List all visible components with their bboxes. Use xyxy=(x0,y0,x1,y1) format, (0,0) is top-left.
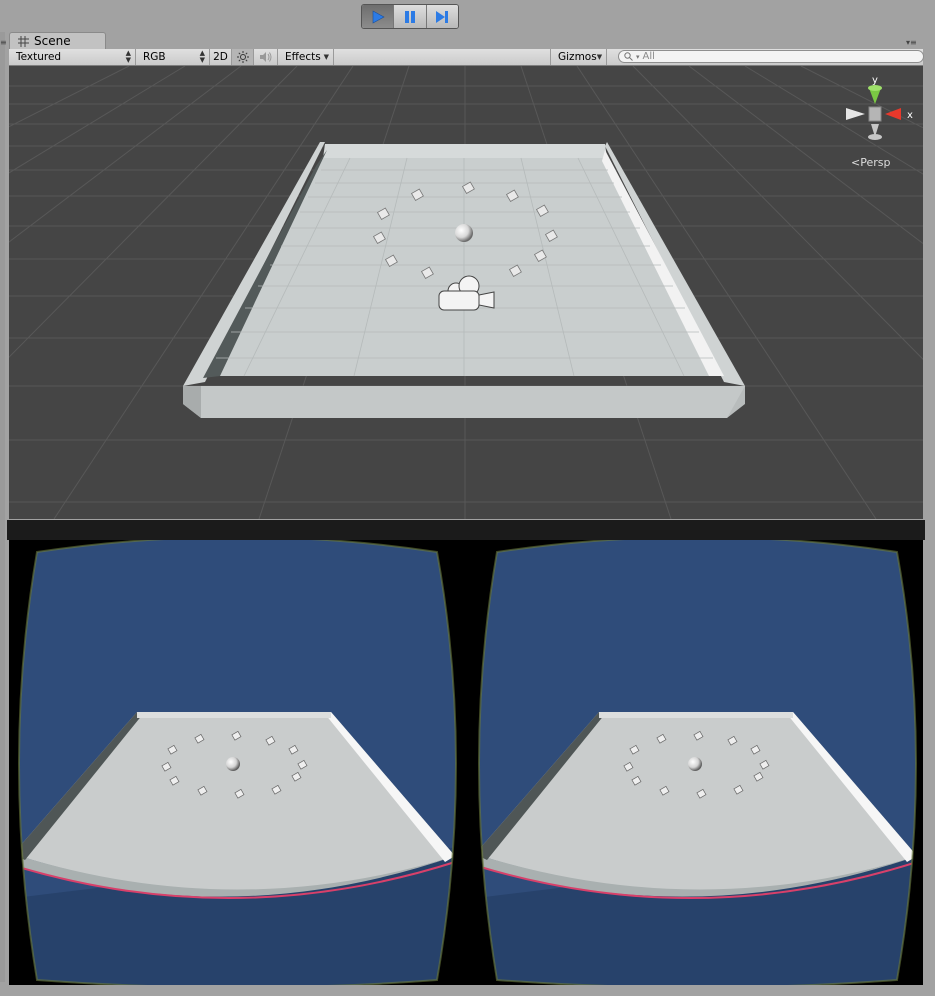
game-viewport-stereo xyxy=(9,540,923,985)
play-icon xyxy=(372,9,385,24)
right-eye-view xyxy=(479,540,916,985)
color-mode-dropdown[interactable]: RGB ▲ ▼ xyxy=(136,49,210,65)
step-button[interactable] xyxy=(426,5,458,28)
chevron-down-icon: ▼ xyxy=(596,52,603,61)
left-eye-view xyxy=(19,540,456,985)
player-ball[interactable] xyxy=(455,224,473,242)
gizmos-dropdown[interactable]: Gizmos ▼ xyxy=(550,49,607,65)
play-button[interactable] xyxy=(362,5,395,28)
play-controls xyxy=(361,4,459,29)
scene-render xyxy=(9,66,923,519)
lighting-toggle[interactable] xyxy=(232,49,254,65)
search-icon xyxy=(624,52,633,61)
tab-scene-label: Scene xyxy=(34,34,71,48)
gizmos-label: Gizmos xyxy=(558,51,597,63)
y-axis-label: y xyxy=(872,75,878,86)
dropdown-arrows-icon: ▲ ▼ xyxy=(125,49,131,64)
chevron-down-icon: ▼ xyxy=(323,52,329,61)
search-dropdown-icon: ▾ xyxy=(636,52,640,61)
x-axis-label: x xyxy=(907,110,913,121)
projection-label: Persp xyxy=(860,156,891,169)
toggle-2d-label: 2D xyxy=(213,51,228,63)
sun-icon xyxy=(236,51,249,63)
scene-toolbar: Textured ▲ ▼ RGB ▲ ▼ 2D Effects ▼ Gizmos ▼… xyxy=(9,49,924,66)
scene-grid-icon xyxy=(18,35,29,47)
orientation-gizmo[interactable]: y x xyxy=(843,74,919,146)
color-mode-value: RGB xyxy=(143,51,166,63)
render-mode-value: Textured xyxy=(16,51,62,63)
toggle-2d-button[interactable]: 2D xyxy=(210,49,232,65)
render-mode-dropdown[interactable]: Textured ▲ ▼ xyxy=(9,49,136,65)
neg-y-axis-cone-icon[interactable] xyxy=(868,134,882,140)
neg-x-axis-cone-icon[interactable] xyxy=(846,108,865,120)
dropdown-arrows-icon: ▲ ▼ xyxy=(199,49,205,64)
pause-button[interactable] xyxy=(394,5,427,28)
audio-toggle[interactable] xyxy=(254,49,278,65)
search-placeholder: All xyxy=(642,51,655,62)
scene-viewport[interactable]: y x xyxy=(9,66,923,519)
back-arrow-icon: < xyxy=(851,156,861,169)
left-panel-edge xyxy=(0,32,5,982)
tab-scene[interactable]: Scene xyxy=(9,32,106,49)
effects-dropdown[interactable]: Effects ▼ xyxy=(278,49,334,65)
hierarchy-search-input[interactable]: ▾ All xyxy=(618,50,924,63)
panel-menu-icon[interactable]: ▾≡ xyxy=(906,38,917,47)
pause-icon xyxy=(404,10,415,23)
projection-toggle[interactable]: <Persp xyxy=(851,156,890,169)
stereo-render xyxy=(9,540,923,985)
panel-drag-handle-icon[interactable]: ≡ xyxy=(0,38,7,47)
view-divider xyxy=(7,520,925,540)
effects-label: Effects xyxy=(285,51,321,63)
speaker-icon xyxy=(260,52,272,62)
step-icon xyxy=(436,10,449,23)
x-axis-cone-icon[interactable] xyxy=(885,108,901,120)
